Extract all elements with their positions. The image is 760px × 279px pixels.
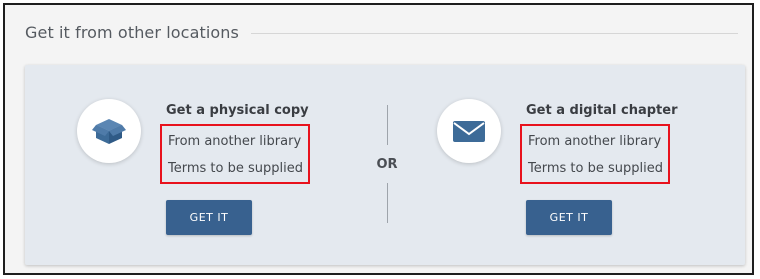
physical-source-text: From another library [168, 134, 302, 149]
digital-chapter-title: Get a digital chapter [526, 103, 678, 118]
physical-icon-circle [77, 99, 141, 163]
digital-source-text: From another library [528, 134, 662, 149]
physical-details-highlight: From another library Terms to be supplie… [160, 124, 310, 184]
envelope-icon [453, 121, 485, 142]
digital-terms-text: Terms to be supplied [528, 161, 663, 176]
or-divider-bottom [387, 183, 388, 223]
options-panel: Get a physical copy From another library… [25, 65, 745, 265]
physical-copy-title: Get a physical copy [166, 103, 309, 118]
digital-icon-circle [437, 99, 501, 163]
get-digital-chapter-button[interactable]: GET IT [526, 200, 612, 235]
physical-terms-text: Terms to be supplied [168, 161, 303, 176]
or-divider-top [387, 105, 388, 145]
physical-copy-option: Get a physical copy From another library… [71, 65, 371, 265]
digital-chapter-option: Get a digital chapter From another libra… [431, 65, 731, 265]
section-title: Get it from other locations [25, 23, 239, 42]
locations-frame: Get it from other locations Get a physic… [3, 3, 754, 275]
get-physical-copy-button[interactable]: GET IT [166, 200, 252, 235]
digital-details-highlight: From another library Terms to be supplie… [520, 124, 670, 184]
header-divider [251, 33, 738, 34]
or-separator: OR [376, 157, 398, 172]
package-icon [92, 119, 126, 144]
